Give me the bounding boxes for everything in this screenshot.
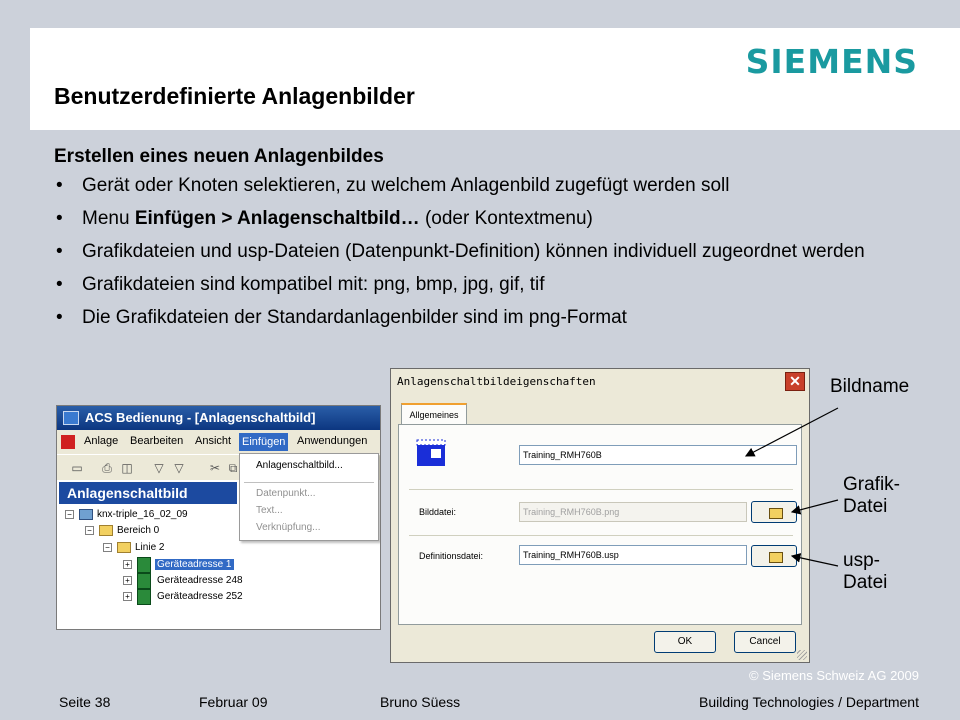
menu-bearbeiten[interactable]: Bearbeiten bbox=[127, 435, 186, 447]
copyright: © Siemens Schweiz AG 2009 bbox=[749, 668, 919, 683]
footer-department: Building Technologies / Department bbox=[699, 694, 919, 710]
menu-item-datenpunkt[interactable]: Datenpunkt... bbox=[256, 488, 315, 499]
insert-dropdown-menu: Anlagenschaltbild... Datenpunkt... Text.… bbox=[239, 453, 379, 541]
tab-allgemeines[interactable]: Allgemeines bbox=[401, 403, 467, 425]
bullet-text: Menu bbox=[82, 208, 135, 229]
collapse-icon[interactable]: − bbox=[65, 510, 74, 519]
separator bbox=[409, 535, 793, 536]
tab-page: Training_RMH760B Bilddatei: Training_RMH… bbox=[398, 424, 802, 625]
menu-item-anlagenschaltbild[interactable]: Anlagenschaltbild... bbox=[256, 460, 343, 471]
annotation-grafik-line2: Datei bbox=[843, 496, 888, 517]
dialog-titlebar: Anlagenschaltbildeigenschaften bbox=[391, 369, 809, 395]
menu-item-verknuepfung[interactable]: Verknüpfung... bbox=[256, 522, 321, 533]
annotation-usp-line1: usp- bbox=[843, 550, 880, 571]
bullet-text: Gerät oder Knoten selektieren, zu welche… bbox=[82, 175, 730, 196]
device-icon bbox=[137, 557, 151, 573]
collapse-icon[interactable]: − bbox=[103, 543, 112, 552]
image-file-label: Bilddatei: bbox=[419, 507, 457, 517]
filter-icon[interactable]: ▽ bbox=[171, 460, 187, 476]
footer-author: Bruno Süess bbox=[380, 694, 461, 710]
print-icon[interactable]: ⎙ bbox=[99, 460, 115, 476]
annotation-bildname: Bildname bbox=[830, 376, 910, 397]
menu-anwendungen[interactable]: Anwendungen bbox=[294, 435, 370, 447]
bullet-bold-text: Einfügen > Anlagenschaltbild… bbox=[134, 208, 420, 229]
slide-title: Benutzerdefinierte Anlagenbilder bbox=[54, 83, 415, 109]
menu-separator bbox=[244, 482, 374, 483]
menu-ansicht[interactable]: Ansicht bbox=[192, 435, 234, 447]
separator bbox=[409, 489, 793, 490]
expand-icon[interactable]: + bbox=[123, 592, 132, 601]
acs-titlebar: ACS Bedienung - [Anlagenschaltbild] bbox=[57, 406, 380, 430]
bullet-text: Grafikdateien sind kompatibel mit: png, … bbox=[82, 274, 545, 295]
image-icon bbox=[416, 439, 446, 466]
bullet-item: Grafikdateien sind kompatibel mit: png, … bbox=[54, 273, 924, 296]
definition-file-label: Definitionsdatei: bbox=[419, 551, 484, 561]
folder-icon bbox=[117, 542, 131, 553]
menu-item-text[interactable]: Text... bbox=[256, 505, 283, 516]
footer-page: Seite 38 bbox=[59, 694, 111, 710]
filter-icon[interactable]: ▽ bbox=[151, 460, 167, 476]
bullet-list: Gerät oder Knoten selektieren, zu welche… bbox=[54, 174, 924, 329]
properties-dialog: Anlagenschaltbildeigenschaften ✕ Allgeme… bbox=[390, 368, 810, 663]
preview-icon[interactable]: ◫ bbox=[119, 460, 135, 476]
acs-menubar: Anlage Bearbeiten Ansicht Einfügen Anwen… bbox=[57, 430, 380, 454]
bullet-item: Gerät oder Knoten selektieren, zu welche… bbox=[54, 174, 924, 197]
bullet-item: Menu Einfügen > Anlagenschaltbild… (oder… bbox=[54, 207, 924, 230]
expand-icon[interactable]: + bbox=[123, 576, 132, 585]
cut-icon[interactable]: ✂ bbox=[207, 460, 223, 476]
bullet-text: Grafikdateien und usp-Dateien (Datenpunk… bbox=[82, 241, 865, 262]
bullet-item: Die Grafikdateien der Standardanlagenbil… bbox=[54, 306, 924, 329]
bullet-text: Die Grafikdateien der Standardanlagenbil… bbox=[82, 307, 627, 328]
definition-file-field[interactable]: Training_RMH760B.usp bbox=[519, 545, 747, 565]
collapse-icon[interactable]: − bbox=[85, 526, 94, 535]
device-icon bbox=[137, 573, 151, 589]
image-name-field[interactable]: Training_RMH760B bbox=[519, 445, 797, 465]
footer-date: Februar 09 bbox=[199, 694, 268, 710]
tree-device-label[interactable]: Geräteadresse 1 bbox=[155, 559, 234, 570]
device-icon bbox=[137, 589, 151, 605]
ok-button[interactable]: OK bbox=[654, 631, 716, 653]
annotation-grafik-line1: Grafik- bbox=[843, 474, 900, 495]
open-folder-icon[interactable]: ▭ bbox=[69, 460, 85, 476]
expand-icon[interactable]: + bbox=[123, 560, 132, 569]
tree-line-label[interactable]: Linie 2 bbox=[135, 542, 164, 553]
tree-area-label[interactable]: Bereich 0 bbox=[117, 525, 159, 536]
network-icon bbox=[79, 509, 93, 520]
slide-subtitle: Erstellen eines neuen Anlagenbildes bbox=[54, 146, 384, 167]
menu-anlage[interactable]: Anlage bbox=[81, 435, 121, 447]
annotation-usp-line2: Datei bbox=[843, 572, 888, 593]
browse-definition-button[interactable] bbox=[751, 545, 797, 567]
image-file-field[interactable]: Training_RMH760B.png bbox=[519, 502, 747, 522]
browse-image-button[interactable] bbox=[751, 501, 797, 523]
bullet-item: Grafikdateien und usp-Dateien (Datenpunk… bbox=[54, 240, 924, 263]
cancel-button[interactable]: Cancel bbox=[734, 631, 796, 653]
bullet-text: (oder Kontextmenu) bbox=[419, 208, 593, 229]
menu-einfuegen[interactable]: Einfügen bbox=[239, 433, 289, 451]
tree-device-label[interactable]: Geräteadresse 248 bbox=[157, 575, 243, 586]
close-button[interactable]: ✕ bbox=[785, 372, 805, 391]
document-icon[interactable] bbox=[61, 435, 75, 449]
tree-root-label[interactable]: knx-triple_16_02_09 bbox=[97, 509, 188, 520]
app-icon bbox=[63, 411, 79, 425]
acs-window: ACS Bedienung - [Anlagenschaltbild] Anla… bbox=[56, 405, 381, 630]
panel-title: Anlagenschaltbild bbox=[59, 482, 237, 504]
folder-icon bbox=[99, 525, 113, 536]
siemens-logo: SIEMENS bbox=[745, 42, 918, 81]
resize-grip[interactable] bbox=[797, 650, 807, 660]
tree-device-label[interactable]: Geräteadresse 252 bbox=[157, 591, 243, 602]
